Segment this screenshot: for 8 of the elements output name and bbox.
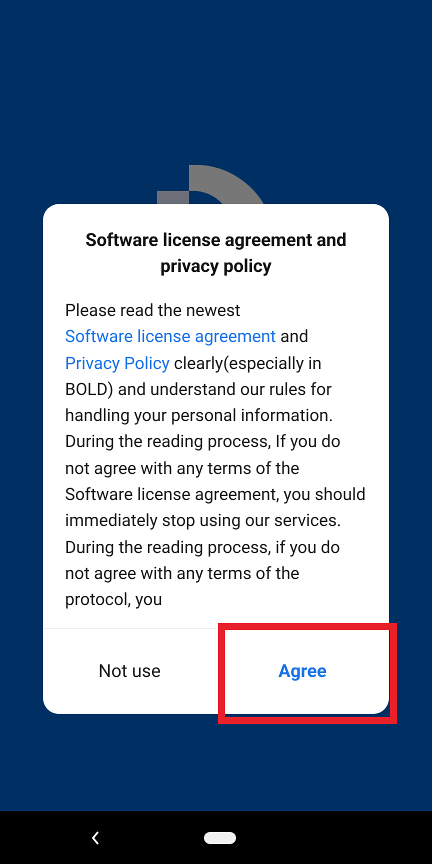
agree-button[interactable]: Agree [262,650,343,693]
agreement-link[interactable]: Software license agreement [65,327,276,348]
decline-button[interactable]: Not use [82,650,177,693]
back-icon[interactable] [91,830,100,844]
home-handle[interactable] [204,832,236,844]
agreement-text: Please read the newest Software license agreement and Privacy Policy clearly(especially in BOLD) and understand our rules for handling your personal information. During the reading process, If you do not agree with any terms of the Software license agreement, you should immediately stop using our services. During the reading process, if you do not agree with any terms of the protocol, you [64,300,367,612]
agreement-link[interactable]: Privacy Policy [65,354,170,374]
dialog-title: Software license agreement and privacy policy [84,229,348,279]
